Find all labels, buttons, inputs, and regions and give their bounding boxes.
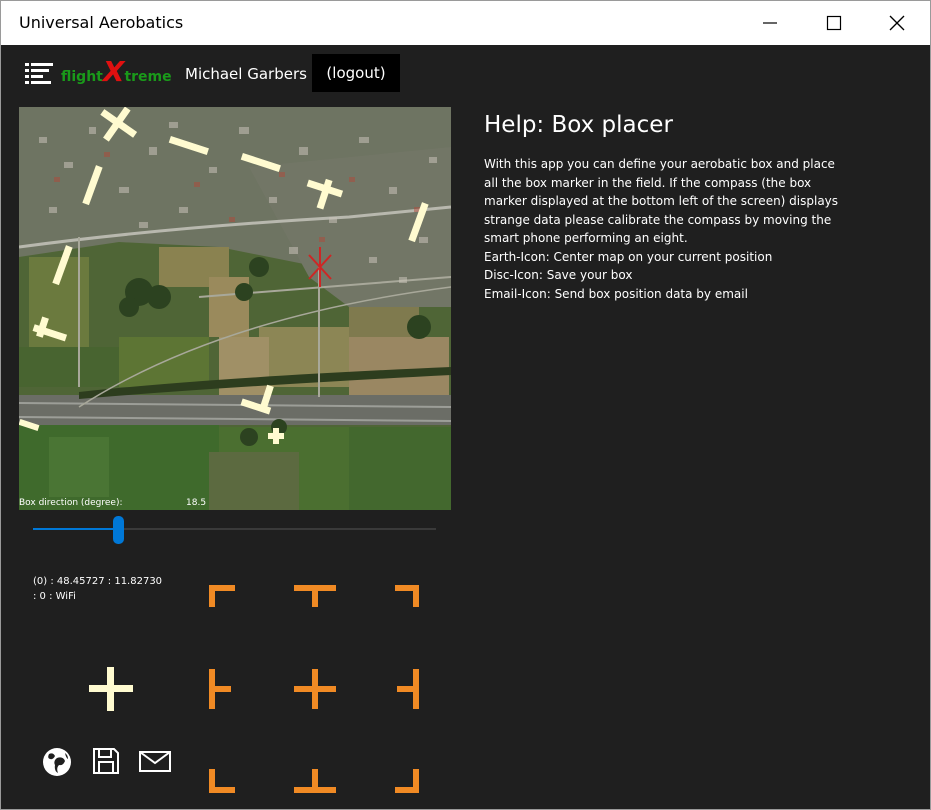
slider-fill xyxy=(33,528,119,530)
gps-status: (0) : 48.45727 : 11.82730 : 0 : WiFi xyxy=(33,574,162,604)
minimize-icon xyxy=(763,22,777,24)
username-label: Michael Garbers xyxy=(185,65,307,83)
help-line: smart phone performing an eight. xyxy=(484,231,688,245)
help-line: marker displayed at the bottom left of t… xyxy=(484,194,839,208)
add-marker-icon[interactable] xyxy=(89,667,133,711)
minimize-button[interactable] xyxy=(747,1,793,45)
help-text: With this app you can define your aeroba… xyxy=(484,155,854,303)
connection-status: : 0 : WiFi xyxy=(33,591,76,602)
logo-text-x: X xyxy=(102,55,125,88)
help-line: strange data please calibrate the compas… xyxy=(484,212,832,227)
close-button[interactable] xyxy=(874,1,920,45)
logo-text-flight: flight xyxy=(61,69,103,85)
satellite-map[interactable] xyxy=(19,107,451,510)
maximize-button[interactable] xyxy=(811,1,857,45)
box-marker-compass xyxy=(209,585,419,793)
help-line: With this app you can define your aeroba… xyxy=(484,157,835,171)
save-disc-icon[interactable] xyxy=(91,746,121,780)
email-icon[interactable] xyxy=(138,746,172,780)
maximize-icon xyxy=(826,15,842,31)
box-direction-label: Box direction (degree): xyxy=(19,498,123,508)
close-icon xyxy=(889,15,905,31)
globe-icon[interactable] xyxy=(41,746,73,782)
hamburger-menu-icon[interactable] xyxy=(25,63,53,89)
map-canvas xyxy=(19,107,451,510)
help-line: Email-Icon: Send box position data by em… xyxy=(484,286,748,301)
logout-button[interactable]: (logout) xyxy=(312,54,400,92)
window-title: Universal Aerobatics xyxy=(19,13,184,32)
title-bar: Universal Aerobatics xyxy=(1,1,930,45)
gps-coordinates: (0) : 48.45727 : 11.82730 xyxy=(33,576,163,587)
app-header: flightXtreme Michael Garbers (logout) xyxy=(1,45,930,105)
help-line: Disc-Icon: Save your box xyxy=(484,268,633,282)
help-line: all the box marker in the field. If the … xyxy=(484,175,812,190)
slider-thumb[interactable] xyxy=(113,516,124,544)
help-line: Earth-Icon: Center map on your current p… xyxy=(484,249,773,264)
flightxtreme-logo: flightXtreme xyxy=(61,55,172,88)
logo-text-treme: treme xyxy=(124,69,172,85)
box-direction-value: 18.5 xyxy=(186,498,207,508)
help-title: Help: Box placer xyxy=(484,112,673,138)
app-window: Universal Aerobatics flightXtreme Michae… xyxy=(0,0,931,810)
